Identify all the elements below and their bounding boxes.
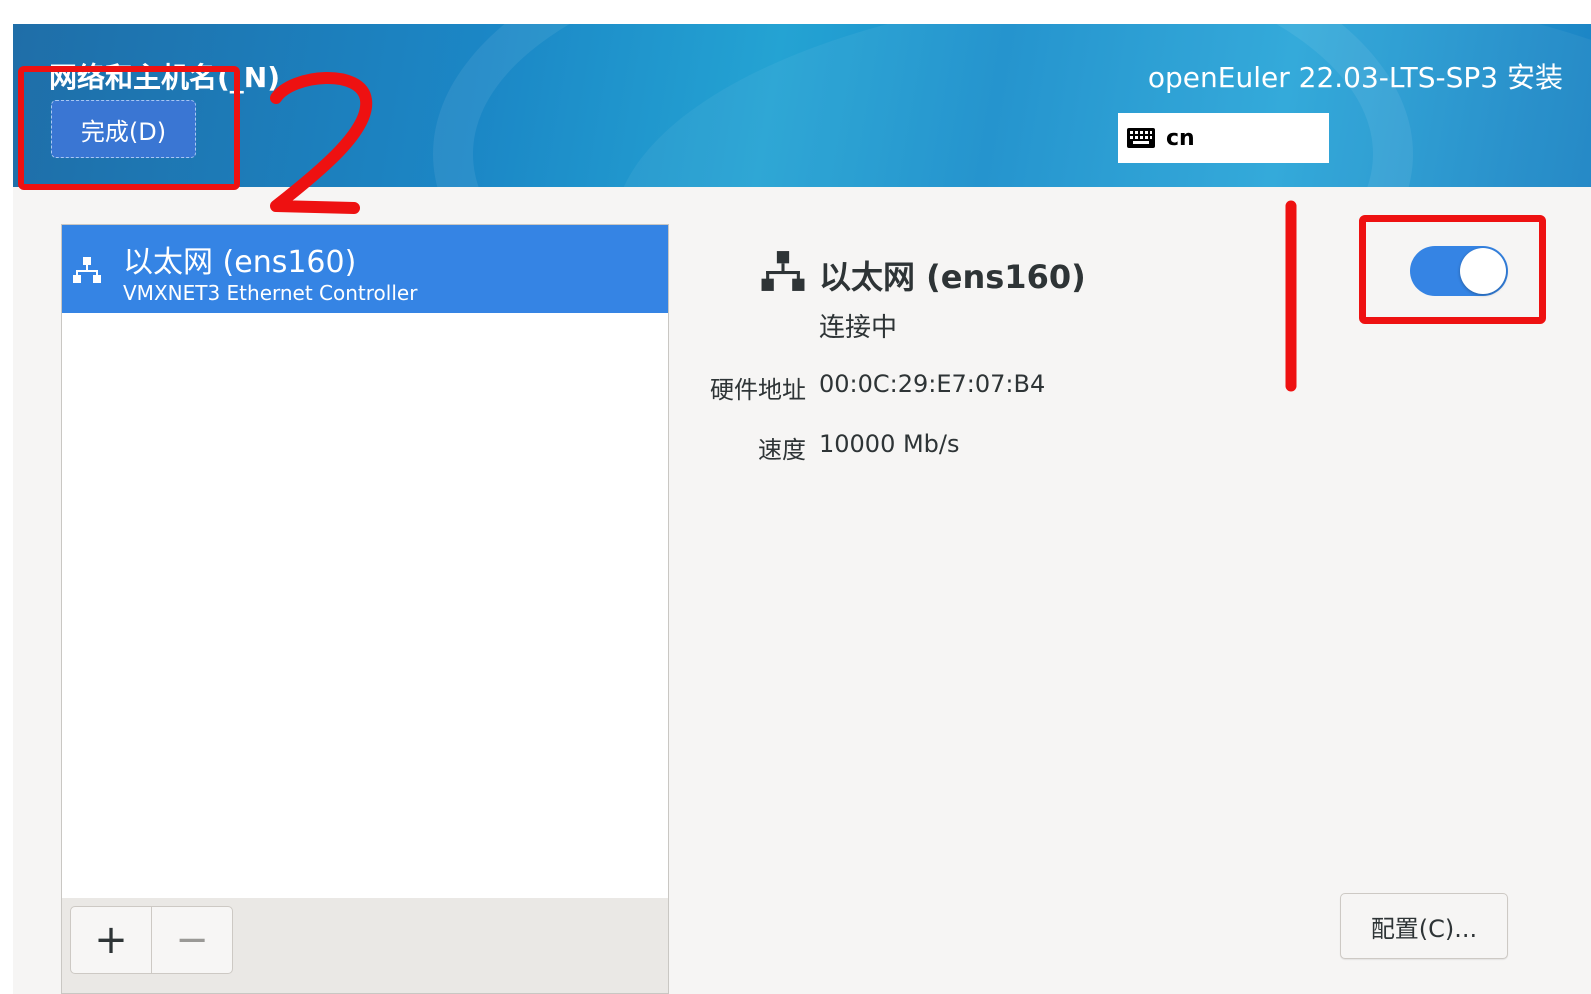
device-list-toolbar: + −: [61, 898, 669, 994]
device-list-item[interactable]: 以太网 (ens160) VMXNET3 Ethernet Controller: [62, 225, 668, 313]
wired-network-icon: [761, 251, 805, 291]
speed-value: 10000 Mb/s: [819, 430, 960, 458]
device-list: 以太网 (ens160) VMXNET3 Ethernet Controller: [61, 224, 669, 904]
device-on-off-switch[interactable]: [1410, 246, 1508, 296]
configure-button[interactable]: 配置(C)...: [1340, 893, 1508, 959]
device-detail-name: 以太网 (ens160): [819, 258, 1086, 296]
spoke-title: 网络和主机名(_N): [49, 61, 281, 94]
hardware-address-value: 00:0C:29:E7:07:B4: [819, 370, 1046, 398]
hardware-address-label: 硬件地址: [710, 376, 806, 404]
device-connection-status: 连接中: [819, 313, 898, 343]
installer-window: 网络和主机名(_N) 完成(D) openEuler 22.03-LTS-SP3…: [13, 24, 1591, 994]
spoke-header: 网络和主机名(_N) 完成(D) openEuler 22.03-LTS-SP3…: [13, 24, 1591, 187]
wired-network-icon: [73, 257, 101, 283]
device-list-item-name: 以太网 (ens160): [123, 245, 357, 280]
device-list-item-description: VMXNET3 Ethernet Controller: [123, 281, 418, 305]
switch-knob[interactable]: [1460, 248, 1506, 294]
remove-device-button[interactable]: −: [151, 906, 233, 974]
speed-label: 速度: [758, 436, 806, 464]
keyboard-icon: [1127, 128, 1155, 148]
add-device-button[interactable]: +: [70, 906, 152, 974]
done-button[interactable]: 完成(D): [51, 100, 196, 158]
keyboard-layout-indicator[interactable]: cn: [1118, 113, 1329, 163]
keyboard-layout-label: cn: [1166, 125, 1195, 151]
product-title: openEuler 22.03-LTS-SP3 安装: [1147, 61, 1563, 94]
